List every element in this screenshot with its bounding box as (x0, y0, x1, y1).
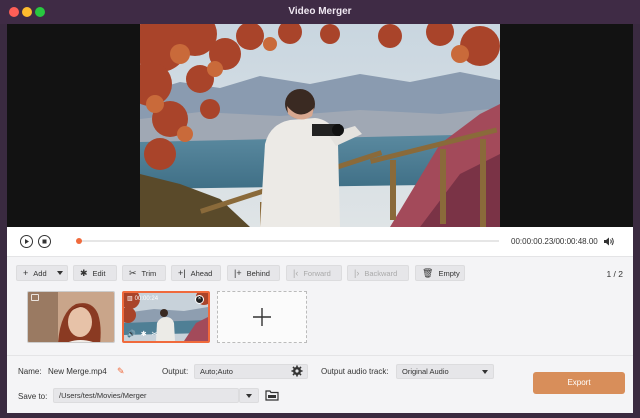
trim-button[interactable]: ✂ Trim (122, 265, 166, 281)
name-label: Name: (18, 367, 42, 376)
clip-thumbnail-photographer[interactable]: ▥ 00:00:24 × 🔊 ✱ ✂ (122, 291, 210, 343)
title-bar: Video Merger (0, 0, 640, 24)
ahead-label: Ahead (190, 268, 213, 278)
preview-frame (140, 24, 500, 227)
output-label: Output: (162, 367, 189, 376)
insert-ahead-icon: +| (178, 268, 186, 278)
behind-label: Behind (246, 268, 270, 278)
clip-badge-icon (31, 294, 39, 301)
move-backward-icon: |› (354, 268, 360, 278)
remove-clip-button[interactable]: × (195, 295, 204, 304)
rename-pencil-icon[interactable]: ✎ (117, 366, 125, 377)
audio-track-select[interactable]: Original Audio (396, 364, 494, 379)
folder-icon (265, 390, 279, 401)
clip-duration-label: 00:00:24 (134, 295, 159, 302)
backward-label: Backward (364, 268, 398, 278)
forward-label: Forward (303, 268, 331, 278)
move-forward-icon: |‹ (293, 268, 299, 278)
clip-actions: 🔊 ✱ ✂ (127, 330, 157, 338)
trash-icon: 🗑 (422, 267, 434, 278)
save-to-label: Save to: (18, 392, 48, 401)
save-path-dropdown[interactable] (239, 388, 259, 403)
trim-label: Trim (141, 268, 157, 278)
save-path-field[interactable]: /Users/test/Movies/Merger (53, 388, 239, 403)
progress-bar[interactable] (76, 238, 499, 244)
audio-track-label: Output audio track: (321, 367, 389, 376)
progress-thumb[interactable] (76, 238, 83, 244)
clip-trim-icon[interactable]: ✂ (152, 330, 158, 338)
video-preview (7, 24, 633, 227)
clip-audio-icon[interactable]: 🔊 (127, 330, 136, 338)
magic-wand-icon: ✱ (80, 267, 88, 278)
add-label: Add (33, 268, 47, 278)
stop-button[interactable] (38, 235, 51, 248)
clip-thumbnail-portrait[interactable] (27, 291, 115, 343)
behind-button[interactable]: |+ Behind (227, 265, 280, 281)
audio-track-value: Original Audio (402, 367, 449, 376)
insert-behind-icon: |+ (234, 268, 242, 278)
edit-button[interactable]: ✱ Edit (73, 265, 117, 281)
chevron-down-icon (246, 394, 252, 398)
film-icon: ▥ (127, 296, 133, 302)
empty-label: Empty (438, 268, 460, 278)
edit-toolbar: + Add ✱ Edit ✂ Trim +| Ahead |+ Behind |… (7, 265, 633, 283)
open-folder-button[interactable] (265, 389, 279, 403)
play-icon (25, 239, 29, 244)
scissors-icon: ✂ (129, 267, 137, 278)
play-button[interactable] (20, 235, 33, 248)
speaker-icon (604, 237, 614, 246)
clip-strip: ▥ 00:00:24 × 🔊 ✱ ✂ (7, 289, 633, 347)
add-button[interactable]: + Add (16, 265, 68, 281)
add-dropdown-arrow-icon[interactable] (57, 271, 63, 275)
edit-label: Edit (92, 268, 106, 278)
time-display: 00:00:00.23/00:00:48.00 (511, 237, 598, 246)
stop-icon (42, 239, 47, 244)
output-name: New Merge.mp4 (48, 367, 107, 376)
page-indicator: 1 / 2 (606, 269, 623, 279)
output-format-value: Auto;Auto (200, 367, 233, 376)
export-button[interactable]: Export (533, 372, 625, 394)
playback-controls: 00:00:00.23/00:00:48.00 (7, 227, 633, 257)
forward-button[interactable]: |‹ Forward (286, 265, 342, 281)
plus-icon: + (23, 268, 29, 278)
editor-panel: 00:00:00.23/00:00:48.00 + Add ✱ Edit ✂ T… (7, 227, 633, 413)
clip-duration: ▥ 00:00:24 (127, 295, 159, 303)
window-title: Video Merger (288, 6, 352, 17)
clip-edit-icon[interactable]: ✱ (141, 330, 147, 338)
add-clip-slot[interactable] (217, 291, 307, 343)
output-settings: Name: New Merge.mp4 ✎ Output: Auto;Auto … (7, 355, 633, 413)
empty-button[interactable]: 🗑 Empty (415, 265, 465, 281)
volume-button[interactable] (603, 236, 615, 249)
save-path-value: /Users/test/Movies/Merger (59, 391, 147, 400)
chevron-down-icon (482, 370, 488, 374)
backward-button[interactable]: |› Backward (347, 265, 409, 281)
ahead-button[interactable]: +| Ahead (171, 265, 221, 281)
output-settings-gear-icon[interactable] (291, 365, 303, 379)
plus-icon (253, 308, 271, 326)
